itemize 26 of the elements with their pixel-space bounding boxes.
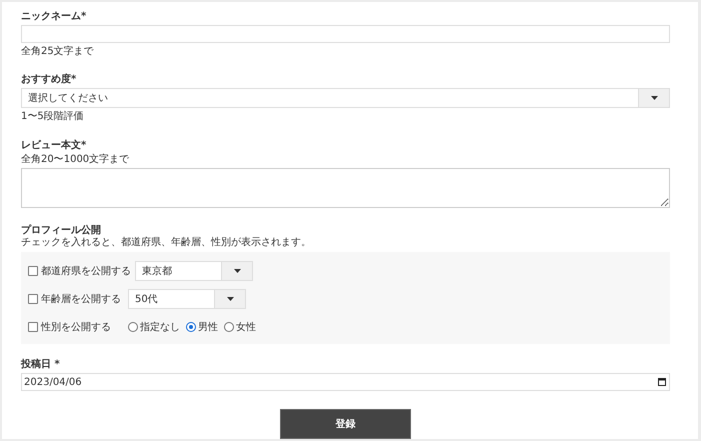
text-area[interactable] [21, 168, 670, 208]
radio-button[interactable]: 男性 [186, 320, 218, 334]
section-title: プロフィール公開 [21, 224, 102, 236]
field-label: おすすめ度* [21, 74, 78, 86]
field-label: レビュー本文* [21, 140, 88, 152]
hint-text: 1〜5段階評価 [21, 111, 85, 124]
dropdown[interactable]: 選択してください [21, 88, 670, 108]
field-label: ニックネーム* [21, 11, 88, 23]
checkbox[interactable]: 年齢層を公開する [28, 292, 124, 306]
checkbox[interactable]: 性別を公開する [28, 320, 124, 334]
dropdown[interactable]: 東京都 [135, 260, 253, 281]
calendar-icon[interactable] [658, 378, 666, 386]
input-field[interactable] [21, 25, 670, 43]
submit-button[interactable]: 登録 [280, 408, 411, 439]
field-label: 投稿日 * [21, 359, 61, 372]
dropdown[interactable]: 50代 [128, 288, 246, 309]
date-field[interactable]: 2023/04/06 [21, 373, 670, 391]
checkbox[interactable]: 都道府県を公開する [28, 264, 131, 278]
hint-text: 全角25文字まで [21, 46, 95, 58]
description-text: チェックを入れると、都道府県、年齢層、性別が表示されます。 [21, 236, 312, 249]
hint-text: 全角20〜1000文字まで [21, 154, 130, 166]
caret-icon [234, 268, 240, 273]
radio-button[interactable]: 女性 [224, 320, 256, 334]
radio-button[interactable]: 指定なし [128, 320, 180, 334]
caret-icon [226, 296, 234, 301]
caret-icon [650, 96, 658, 100]
